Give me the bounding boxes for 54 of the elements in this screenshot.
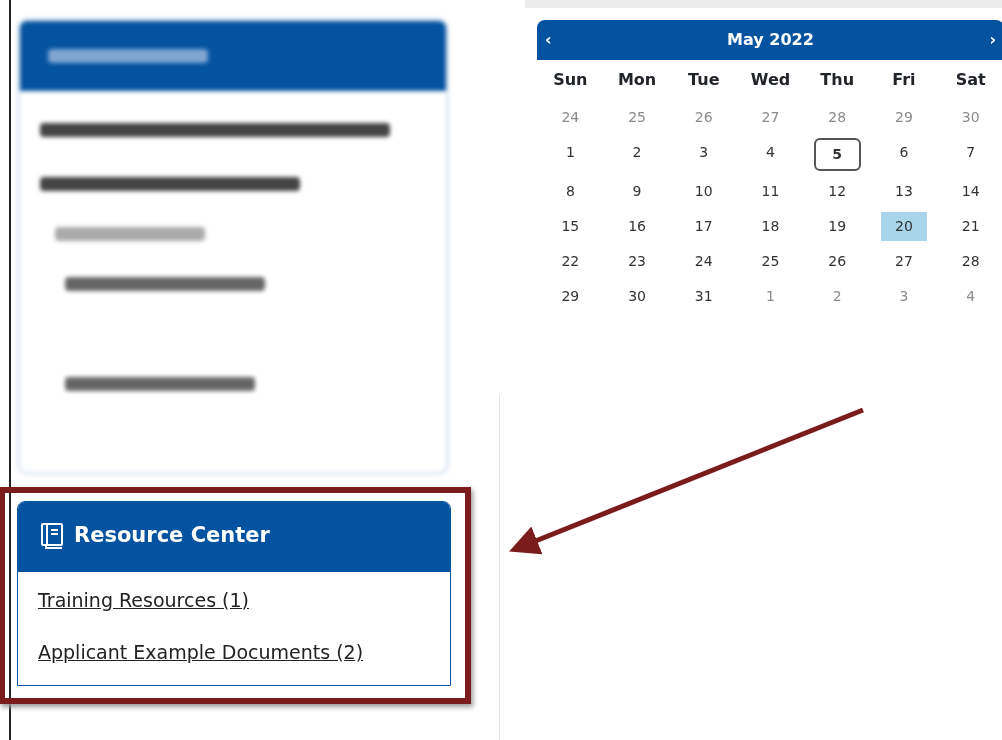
calendar-day[interactable]: 6 <box>880 138 928 171</box>
weekday-label: Mon <box>616 69 658 91</box>
calendar-day[interactable]: 24 <box>680 247 728 276</box>
next-month-button[interactable]: › <box>989 28 996 52</box>
calendar-day[interactable]: 3 <box>680 138 728 171</box>
book-icon <box>40 522 64 549</box>
calendar-day[interactable]: 17 <box>680 212 728 241</box>
calendar-day[interactable]: 1 <box>547 138 594 171</box>
calendar-day[interactable]: 20 <box>880 212 928 241</box>
calendar-day[interactable]: 22 <box>547 247 594 276</box>
calendar-day[interactable]: 25 <box>613 103 661 132</box>
prev-month-button[interactable]: ‹ <box>545 28 552 52</box>
calendar-day[interactable]: 28 <box>813 103 861 132</box>
calendar-day[interactable]: 29 <box>880 103 928 132</box>
calendar-day[interactable]: 16 <box>613 212 661 241</box>
calendar-day[interactable]: 12 <box>813 177 861 206</box>
weekday-label: Wed <box>749 69 792 91</box>
weekday-label: Sun <box>552 69 589 91</box>
card-title: Resource Center <box>74 522 270 549</box>
calendar-day[interactable]: 30 <box>613 282 661 311</box>
weekday-label: Fri <box>891 69 917 91</box>
calendar-day[interactable]: 27 <box>880 247 928 276</box>
calendar-day[interactable]: 18 <box>747 212 794 241</box>
calendar-day[interactable]: 11 <box>747 177 794 206</box>
calendar-day[interactable]: 23 <box>613 247 661 276</box>
calendar-day[interactable]: 30 <box>947 103 994 132</box>
calendar-day[interactable]: 14 <box>947 177 994 206</box>
calendar-day[interactable]: 25 <box>747 247 794 276</box>
calendar-day[interactable]: 24 <box>547 103 594 132</box>
calendar-day[interactable]: 3 <box>880 282 928 311</box>
calendar-day[interactable]: 9 <box>613 177 661 206</box>
resource-link[interactable]: Applicant Example Documents (2) <box>18 624 450 685</box>
month-title: May 2022 <box>727 29 814 51</box>
calendar-day[interactable]: 29 <box>547 282 594 311</box>
calendar-day[interactable]: 26 <box>680 103 728 132</box>
calendar-day[interactable]: 27 <box>747 103 794 132</box>
calendar-day[interactable]: 19 <box>813 212 861 241</box>
calendar-day[interactable]: 28 <box>947 247 994 276</box>
calendar-day[interactable]: 4 <box>747 138 794 171</box>
weekday-label: Tue <box>687 69 721 91</box>
calendar-day[interactable]: 13 <box>880 177 928 206</box>
calendar-day[interactable]: 21 <box>947 212 994 241</box>
calendar-day[interactable]: 31 <box>680 282 728 311</box>
calendar-day[interactable]: 15 <box>547 212 594 241</box>
weekday-label: Sat <box>954 69 987 91</box>
calendar-day[interactable]: 4 <box>947 282 994 311</box>
calendar-day[interactable]: 26 <box>813 247 861 276</box>
calendar-day[interactable]: 10 <box>680 177 728 206</box>
calendar-day[interactable]: 7 <box>947 138 994 171</box>
calendar-day[interactable]: 5 <box>813 138 861 171</box>
calendar-day[interactable]: 8 <box>547 177 594 206</box>
calendar-day[interactable]: 2 <box>613 138 661 171</box>
weekday-label: Thu <box>819 69 856 91</box>
resource-link[interactable]: Training Resources (1) <box>18 571 450 624</box>
